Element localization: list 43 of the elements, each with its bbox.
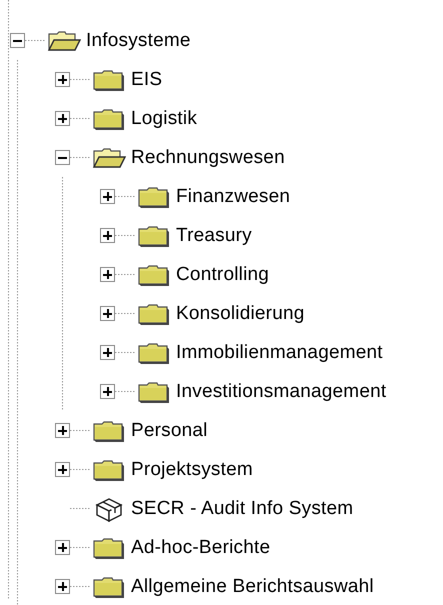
tree-item-label[interactable]: Infosysteme [86, 30, 191, 52]
tree-item-label[interactable]: Ad-hoc-Berichte [131, 536, 270, 558]
expand-button[interactable] [55, 423, 70, 438]
tree-item-label[interactable]: Treasury [176, 224, 252, 246]
expand-button[interactable] [55, 579, 70, 594]
tree-item-label[interactable]: Projektsystem [131, 458, 253, 480]
tree-item-label[interactable]: EIS [131, 68, 162, 90]
open-folder-icon [47, 28, 81, 52]
expand-button[interactable] [100, 267, 115, 282]
folder-icon [137, 262, 171, 286]
expand-button[interactable] [55, 111, 70, 126]
tree-item-label[interactable]: Immobilienmanagement [176, 342, 383, 364]
expand-button[interactable] [100, 345, 115, 360]
open-folder-icon [92, 146, 126, 170]
folder-icon [92, 574, 126, 598]
folder-icon [137, 184, 171, 208]
folder-icon [92, 68, 126, 92]
expand-button[interactable] [55, 540, 70, 555]
folder-icon [137, 302, 171, 326]
tree-item-label[interactable]: Controlling [176, 264, 270, 286]
tree-item-label[interactable]: Konsolidierung [176, 302, 304, 324]
expand-button[interactable] [55, 462, 70, 477]
expand-button[interactable] [100, 384, 115, 399]
tree-item-label[interactable]: Personal [131, 420, 208, 442]
expand-button[interactable] [55, 72, 70, 87]
tree-item-label[interactable]: Investitionsmanagement [176, 380, 386, 402]
tree-item-label[interactable]: SECR - Audit Info System [131, 498, 354, 520]
folder-icon [92, 458, 126, 482]
folder-icon [137, 224, 171, 248]
collapse-button[interactable] [55, 150, 70, 165]
tree-item-label[interactable]: Logistik [131, 108, 198, 130]
expand-button[interactable] [100, 228, 115, 243]
folder-icon [137, 380, 171, 404]
collapse-button[interactable] [10, 33, 25, 48]
folder-icon [92, 536, 126, 560]
expand-button[interactable] [100, 306, 115, 321]
folder-icon [92, 106, 126, 130]
tree-item-label[interactable]: Finanzwesen [176, 186, 290, 208]
tree-item-label[interactable]: Rechnungswesen [131, 146, 285, 168]
folder-icon [137, 340, 171, 364]
expand-button[interactable] [100, 189, 115, 204]
folder-icon [92, 418, 126, 442]
tree-item-label[interactable]: Allgemeine Berichtsauswahl [131, 576, 374, 598]
